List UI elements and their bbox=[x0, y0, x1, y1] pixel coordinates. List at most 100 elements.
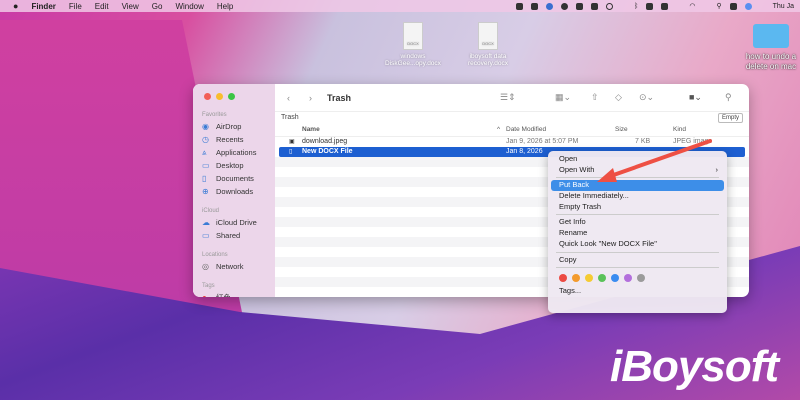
desktop-folder[interactable]: how to undo a delete on mac bbox=[742, 24, 800, 72]
docx-file-icon: DOCX bbox=[403, 22, 423, 50]
file-date: Jan 8, 2026 bbox=[506, 148, 543, 155]
share-icon[interactable]: ⇧ bbox=[591, 92, 599, 103]
file-label: recovery.docx bbox=[468, 60, 508, 67]
document-icon: ▯ bbox=[202, 174, 207, 183]
applications-icon: ⩓ bbox=[202, 147, 207, 157]
empty-trash-button[interactable]: Empty bbox=[717, 113, 743, 123]
menu-go[interactable]: Go bbox=[152, 2, 163, 11]
sidebar: Favorites ◉ AirDrop ◷ Recents ⩓ Application… bbox=[193, 84, 275, 297]
image-file-icon: ▣ bbox=[289, 139, 295, 145]
clock-icon[interactable] bbox=[606, 2, 614, 10]
qq-icon[interactable] bbox=[591, 2, 599, 10]
menu-item-quick-look[interactable]: Quick Look "New DOCX File" bbox=[551, 239, 724, 250]
zoom-button[interactable] bbox=[228, 93, 235, 100]
search-icon[interactable]: ⚲ bbox=[725, 92, 732, 103]
column-size[interactable]: Size bbox=[615, 126, 628, 133]
back-button[interactable]: ‹ bbox=[287, 93, 290, 103]
folder-label: delete on mac bbox=[745, 62, 797, 71]
clock-icon: ◷ bbox=[202, 135, 209, 144]
sidebar-item-recents[interactable]: ◷ Recents bbox=[193, 133, 275, 146]
menu-item-empty-trash[interactable]: Empty Trash bbox=[551, 202, 724, 213]
section-label: Favorites bbox=[202, 112, 227, 118]
submenu-chevron-icon: › bbox=[715, 164, 719, 174]
menu-finder[interactable]: Finder bbox=[31, 2, 55, 11]
sidebar-item-tag-red[interactable]: ●红色 bbox=[193, 291, 275, 297]
file-label: windows bbox=[400, 53, 426, 60]
file-label: iboysoft data bbox=[469, 53, 507, 60]
tag-color-dot[interactable] bbox=[598, 274, 606, 283]
minimize-button[interactable] bbox=[216, 93, 223, 100]
file-size: 7 KB bbox=[635, 138, 651, 145]
close-button[interactable] bbox=[204, 93, 211, 100]
file-row[interactable]: ▣ download.jpeg Jan 9, 2026 at 5:07 PM 7… bbox=[275, 137, 749, 147]
control-center-icon[interactable] bbox=[729, 2, 737, 10]
tag-color-dot[interactable] bbox=[559, 274, 567, 283]
tag-color-dot[interactable] bbox=[637, 274, 645, 283]
status-icon[interactable] bbox=[516, 2, 524, 10]
menu-item-get-info[interactable]: Get Info bbox=[551, 217, 724, 228]
menu-item-tags[interactable]: Tags... bbox=[551, 286, 724, 297]
sidebar-item-applications[interactable]: ⩓ Applications bbox=[193, 146, 275, 159]
folder-label: how to undo a bbox=[745, 52, 797, 61]
desktop-icon: ▭ bbox=[202, 161, 210, 170]
menu-file[interactable]: File bbox=[69, 2, 82, 11]
spotlight-icon[interactable]: ⚲ bbox=[716, 2, 721, 10]
quick-action-icon[interactable]: ■⌄ bbox=[689, 92, 702, 103]
tag-icon[interactable]: ◇ bbox=[615, 92, 622, 103]
menu-item-delete-immediately[interactable]: Delete Immediately... bbox=[551, 191, 724, 202]
iboysoft-watermark: iBoysoft bbox=[610, 342, 779, 391]
shared-folder-icon: ▭ bbox=[202, 231, 210, 240]
sidebar-item-network[interactable]: ◎ Network bbox=[193, 260, 275, 273]
menu-item-rename[interactable]: Rename bbox=[551, 228, 724, 239]
section-label: iCloud bbox=[202, 208, 220, 214]
list-view-icon[interactable]: ☰⇕ bbox=[500, 92, 516, 103]
bluetooth-icon[interactable]: ᛒ bbox=[634, 3, 638, 10]
status-icon[interactable] bbox=[546, 2, 554, 10]
folder-icon bbox=[753, 24, 789, 48]
tag-color-dot[interactable] bbox=[572, 274, 580, 283]
toolbar: ‹ › Trash ☰⇕ ▦⌄ ⇧ ◇ ⊙⌄ ■⌄ ⚲ bbox=[275, 84, 749, 112]
grid-view-icon[interactable]: ▦⌄ bbox=[555, 92, 571, 103]
wechat-icon[interactable] bbox=[576, 2, 584, 10]
window-title: Trash bbox=[327, 92, 352, 103]
menu-edit[interactable]: Edit bbox=[95, 2, 109, 11]
desktop-file[interactable]: DOCX windows DiskGee...opy.docx bbox=[383, 22, 443, 67]
menu-item-open[interactable]: Open bbox=[551, 154, 724, 165]
status-icon[interactable] bbox=[661, 2, 669, 10]
siri-icon[interactable] bbox=[744, 2, 752, 10]
tag-color-dot[interactable] bbox=[624, 274, 632, 283]
sidebar-item-desktop[interactable]: ▭ Desktop bbox=[193, 159, 275, 172]
menu-item-open-with[interactable]: Open With › bbox=[551, 165, 724, 176]
menu-window[interactable]: Window bbox=[175, 2, 203, 11]
sidebar-item-icloud-drive[interactable]: ☁ iCloud Drive bbox=[193, 216, 275, 229]
sidebar-item-airdrop[interactable]: ◉ AirDrop bbox=[193, 120, 275, 133]
tag-color-dot[interactable] bbox=[585, 274, 593, 283]
sidebar-item-shared[interactable]: ▭ Shared bbox=[193, 229, 275, 242]
tag-color-dot[interactable] bbox=[611, 274, 619, 283]
file-kind: JPEG image bbox=[673, 138, 713, 145]
status-icon[interactable] bbox=[531, 2, 539, 10]
airdrop-icon: ◉ bbox=[202, 122, 209, 131]
section-label: Tags bbox=[202, 283, 215, 289]
column-name[interactable]: Name bbox=[302, 126, 320, 133]
apple-icon[interactable]: ● bbox=[13, 1, 18, 11]
file-name: download.jpeg bbox=[302, 138, 348, 145]
menu-item-copy[interactable]: Copy bbox=[551, 255, 724, 266]
menu-view[interactable]: View bbox=[122, 2, 139, 11]
menu-bar: ● Finder File Edit View Go Window Help ᛒ… bbox=[0, 0, 800, 12]
menu-item-put-back[interactable]: Put Back bbox=[551, 180, 724, 192]
desktop-file[interactable]: DOCX iboysoft data recovery.docx bbox=[458, 22, 518, 67]
wifi-icon[interactable]: ◠ bbox=[689, 2, 695, 10]
menu-help[interactable]: Help bbox=[217, 2, 233, 11]
column-date[interactable]: Date Modified bbox=[506, 126, 546, 133]
sidebar-item-documents[interactable]: ▯ Documents bbox=[193, 172, 275, 185]
sort-indicator-icon: ^ bbox=[497, 126, 501, 133]
tag-color-picker bbox=[548, 270, 727, 286]
column-kind[interactable]: Kind bbox=[673, 126, 686, 133]
forward-button[interactable]: › bbox=[309, 93, 312, 103]
battery-icon[interactable] bbox=[646, 2, 654, 10]
status-icon[interactable] bbox=[561, 2, 569, 10]
more-actions-icon[interactable]: ⊙⌄ bbox=[639, 92, 654, 103]
sidebar-item-downloads[interactable]: ⊕ Downloads bbox=[193, 185, 275, 198]
network-icon: ◎ bbox=[202, 262, 209, 271]
